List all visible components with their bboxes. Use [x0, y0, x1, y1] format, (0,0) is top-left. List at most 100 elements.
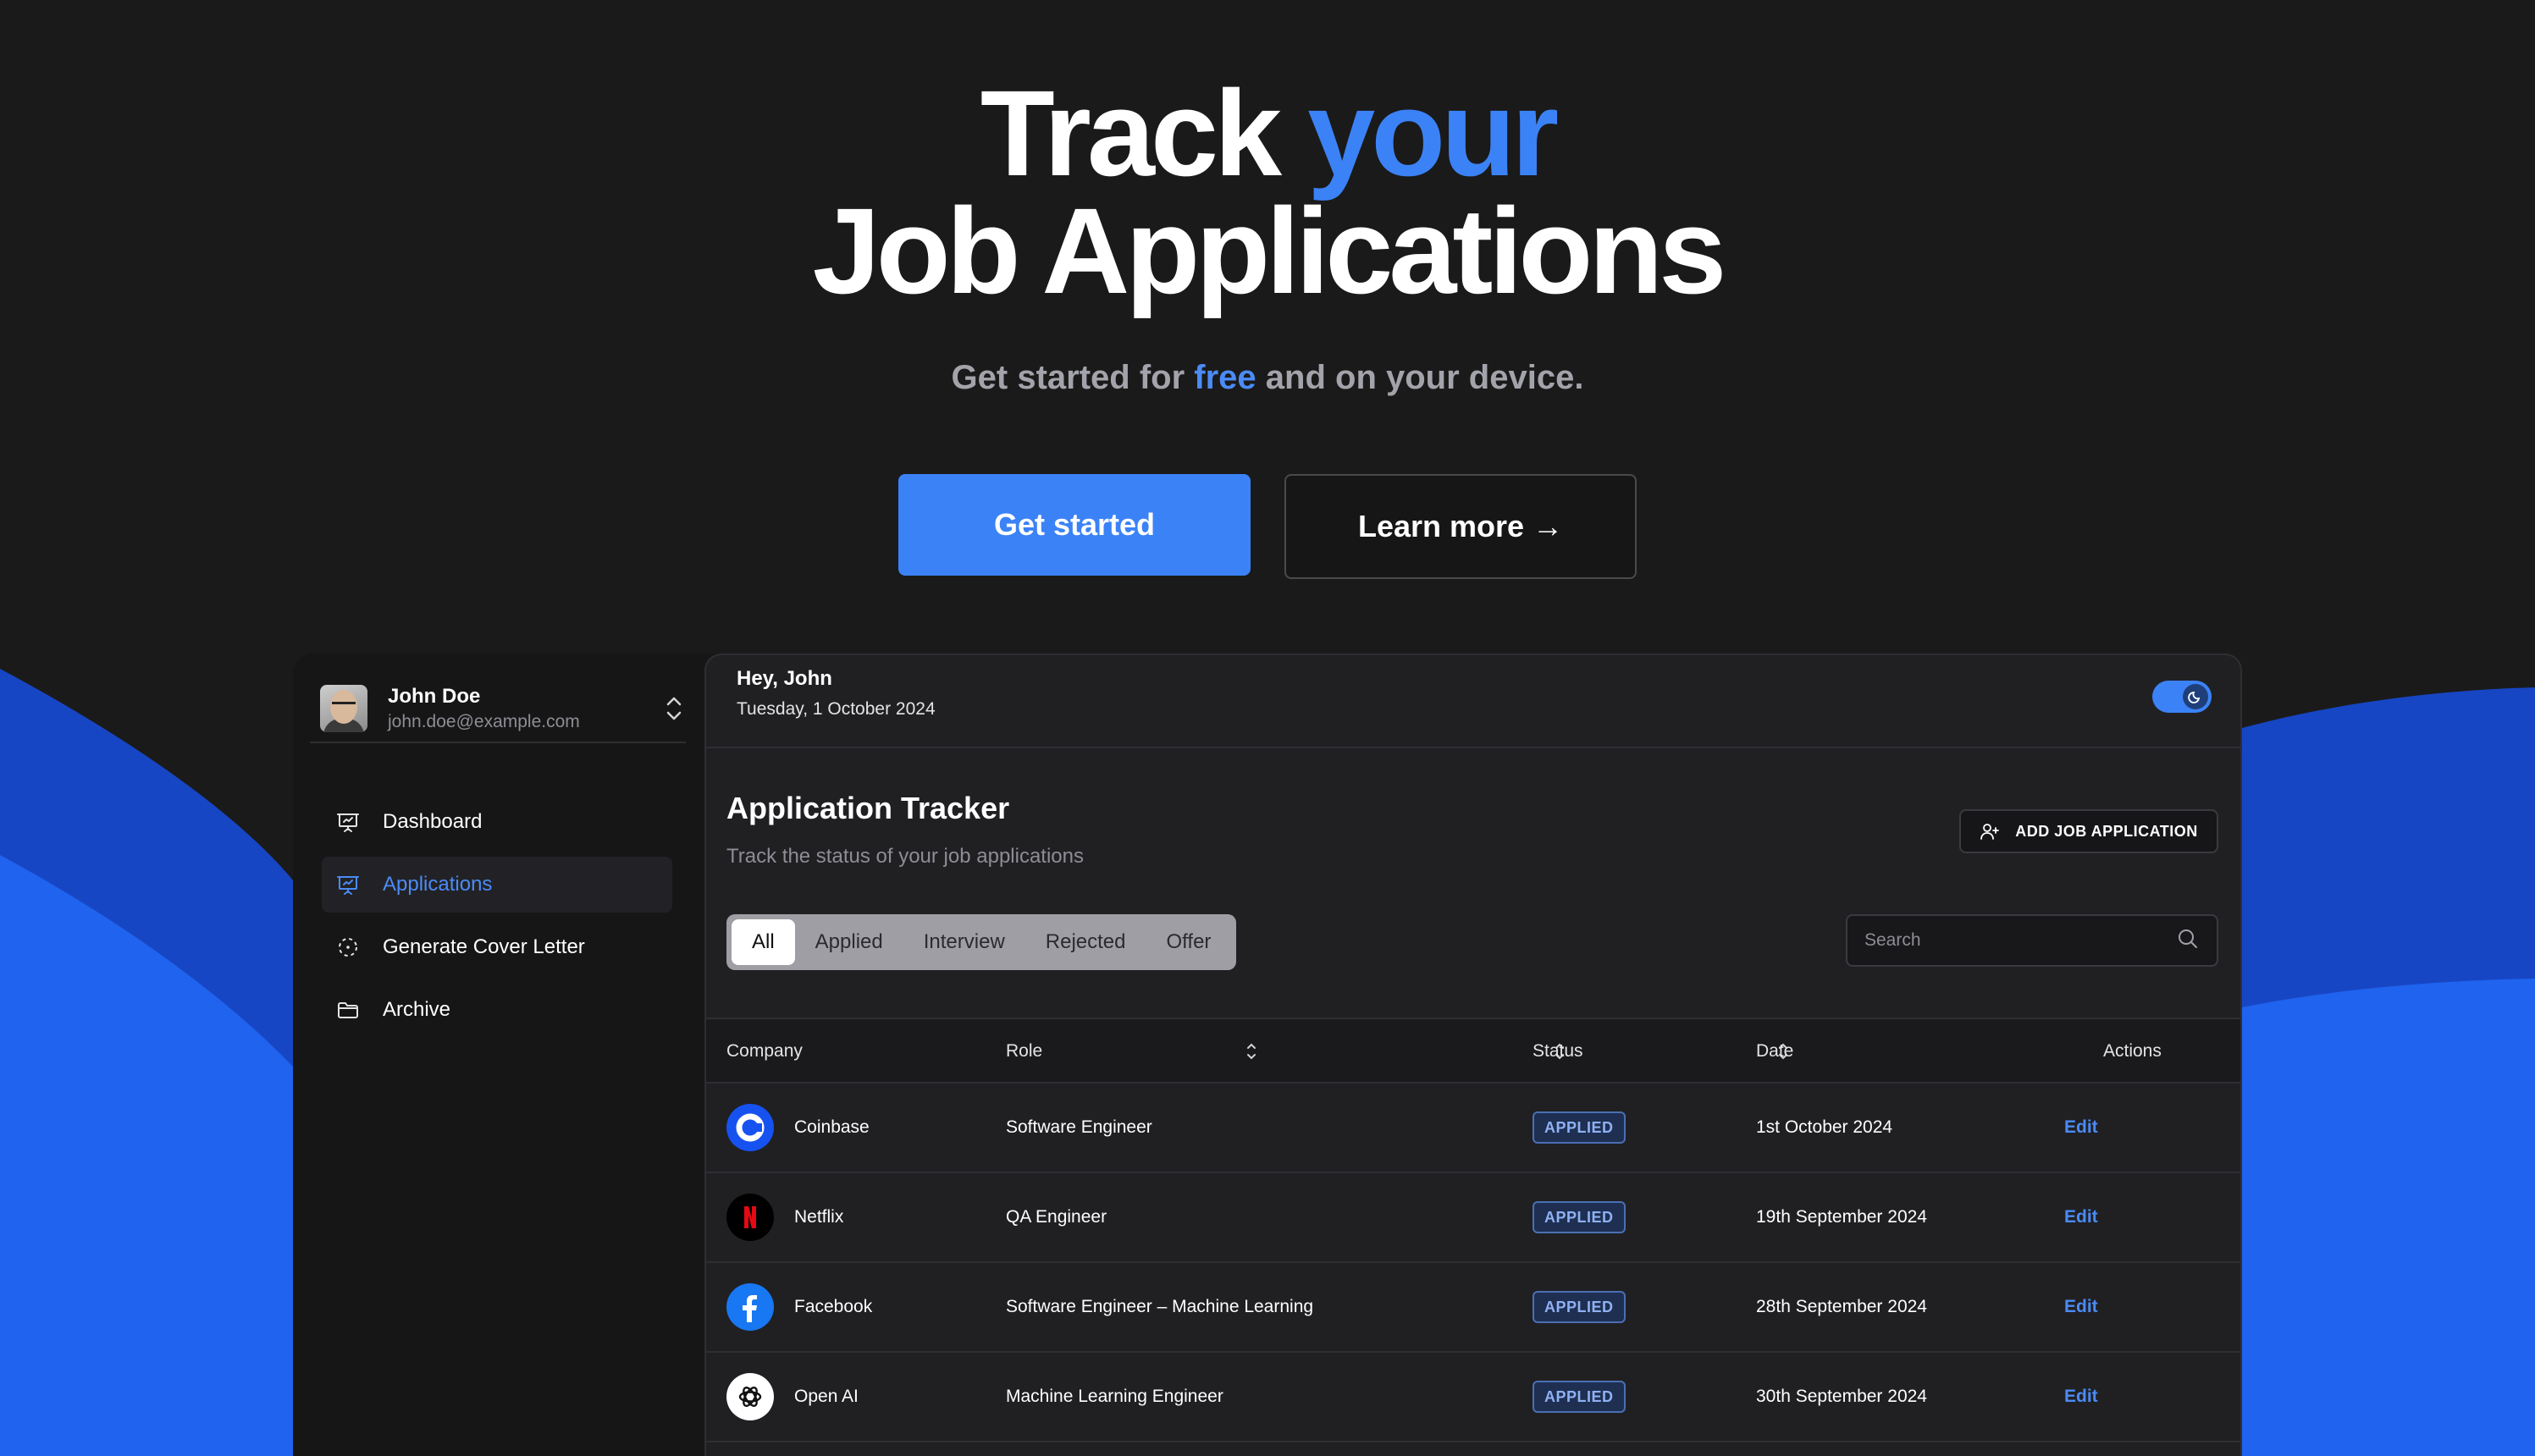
table-row[interactable]: Netflix QA Engineer APPLIED 19th Septemb…	[706, 1173, 2240, 1263]
column-label: Role	[1006, 1041, 1043, 1061]
edit-link[interactable]: Edit	[2064, 1084, 2098, 1172]
column-header-date[interactable]: Date	[1756, 1019, 1793, 1084]
edit-link[interactable]: Edit	[2064, 1263, 2098, 1351]
sort-icon[interactable]	[1245, 1019, 1258, 1084]
column-label: Status	[1533, 1041, 1583, 1061]
status-filter-tabs: All Applied Interview Rejected Offer	[726, 914, 1237, 970]
status-badge: APPLIED	[1533, 1381, 1626, 1413]
status-badge: APPLIED	[1533, 1201, 1626, 1233]
hero-subtitle-free: free	[1194, 359, 1256, 396]
search-icon[interactable]	[2176, 927, 2200, 955]
hero-subtitle: Get started for free and on your device.	[0, 359, 2535, 397]
add-job-application-button[interactable]: ADD JOB APPLICATION	[1959, 809, 2218, 853]
hero-subtitle-pre: Get started for	[951, 359, 1185, 396]
edit-link[interactable]: Edit	[2064, 1173, 2098, 1261]
app-window: John Doe john.doe@example.com Dashboard …	[293, 654, 2242, 1456]
sidebar-item-label: Dashboard	[383, 810, 483, 833]
tab-offer[interactable]: Offer	[1146, 919, 1232, 965]
folder-icon	[335, 997, 361, 1023]
main-panel: Hey, John Tuesday, 1 October 2024 Applic…	[704, 654, 2242, 1456]
applications-table: Company Role Status Date Actions Coinbas…	[706, 1018, 2240, 1442]
date-cell: 1st October 2024	[1756, 1117, 1893, 1137]
tab-rejected[interactable]: Rejected	[1025, 919, 1146, 965]
table-header: Company Role Status Date Actions	[706, 1018, 2240, 1084]
company-cell: Coinbase	[726, 1084, 870, 1172]
hero-title-accent-word: your	[1307, 65, 1559, 201]
edit-link[interactable]: Edit	[2064, 1353, 2098, 1441]
tab-interview[interactable]: Interview	[903, 919, 1025, 965]
greeting-text: Hey, John	[737, 667, 832, 690]
hero-title-line1: Track your	[0, 73, 2535, 195]
edit-label: Edit	[2064, 1387, 2098, 1406]
openai-logo-icon	[726, 1373, 774, 1420]
table-row[interactable]: Coinbase Software Engineer APPLIED 1st O…	[706, 1084, 2240, 1173]
user-name: John Doe	[388, 685, 481, 708]
company-name: Open AI	[794, 1387, 859, 1406]
role-cell: Machine Learning Engineer	[1006, 1387, 1223, 1406]
date-cell: 30th September 2024	[1756, 1387, 1927, 1406]
company-name: Facebook	[794, 1297, 873, 1316]
sidebar-item-label: Applications	[383, 873, 493, 896]
hero-title-line2: Job Applications	[812, 183, 1727, 319]
date-cell: 19th September 2024	[1756, 1207, 1927, 1227]
role-cell: Software Engineer	[1006, 1117, 1152, 1137]
sidebar-nav: Dashboard Applications Generate Cover Le…	[322, 794, 672, 1045]
coinbase-logo-icon	[726, 1104, 774, 1151]
dashed-circle-icon	[335, 935, 361, 960]
header-divider	[706, 747, 2240, 748]
tab-all[interactable]: All	[732, 919, 795, 965]
role-cell: QA Engineer	[1006, 1207, 1107, 1227]
sidebar-item-label: Generate Cover Letter	[383, 935, 585, 958]
sidebar-divider	[310, 742, 686, 743]
company-cell: Open AI	[726, 1353, 859, 1441]
status-badge: APPLIED	[1533, 1291, 1626, 1323]
sidebar-item-label: Archive	[383, 998, 451, 1021]
theme-toggle[interactable]	[2152, 681, 2212, 713]
column-label: Date	[1756, 1041, 1794, 1061]
column-label: Actions	[2103, 1041, 2162, 1061]
facebook-logo-icon	[726, 1283, 774, 1331]
search-box	[1846, 914, 2218, 967]
moon-icon	[2183, 684, 2208, 709]
table-row[interactable]: Facebook Software Engineer – Machine Lea…	[706, 1263, 2240, 1353]
search-input[interactable]	[1864, 930, 2176, 951]
hero-title-word: Track	[980, 65, 1282, 201]
presentation-chart-icon	[335, 872, 361, 897]
table-row[interactable]: Open AI Machine Learning Engineer APPLIE…	[706, 1353, 2240, 1442]
company-cell: Netflix	[726, 1173, 843, 1261]
user-switcher[interactable]: John Doe john.doe@example.com	[320, 672, 689, 745]
status-cell: APPLIED	[1533, 1263, 1626, 1351]
presentation-chart-icon	[335, 809, 361, 835]
add-job-application-label: ADD JOB APPLICATION	[2015, 822, 2198, 840]
current-date: Tuesday, 1 October 2024	[737, 699, 936, 719]
company-cell: Facebook	[726, 1263, 872, 1351]
learn-more-button[interactable]: Learn more →	[1284, 474, 1637, 579]
page-title: Application Tracker	[726, 791, 1010, 825]
user-email: john.doe@example.com	[388, 712, 580, 731]
edit-label: Edit	[2064, 1117, 2098, 1137]
status-cell: APPLIED	[1533, 1353, 1626, 1441]
greeting: Hey, John Tuesday, 1 October 2024	[737, 667, 936, 720]
chevron-up-down-icon[interactable]	[659, 687, 689, 730]
column-header-company[interactable]: Company	[726, 1019, 803, 1084]
column-header-status[interactable]: Status	[1533, 1019, 1583, 1084]
sidebar-item-dashboard[interactable]: Dashboard	[322, 794, 672, 850]
sidebar-item-generate-cover-letter[interactable]: Generate Cover Letter	[322, 919, 672, 975]
page-subtitle: Track the status of your job application…	[726, 845, 1084, 868]
status-cell: APPLIED	[1533, 1084, 1626, 1172]
edit-label: Edit	[2064, 1297, 2098, 1316]
sidebar-item-applications[interactable]: Applications	[322, 857, 672, 913]
column-header-role[interactable]: Role	[1006, 1019, 1042, 1084]
sidebar-item-archive[interactable]: Archive	[322, 982, 672, 1038]
hero-subtitle-post: and on your device.	[1265, 359, 1584, 396]
tab-applied[interactable]: Applied	[795, 919, 903, 965]
company-name: Coinbase	[794, 1117, 870, 1137]
company-name: Netflix	[794, 1207, 844, 1227]
edit-label: Edit	[2064, 1207, 2098, 1227]
get-started-button[interactable]: Get started	[898, 474, 1251, 576]
date-cell: 28th September 2024	[1756, 1297, 1927, 1316]
netflix-logo-icon	[726, 1194, 774, 1241]
role-cell: Software Engineer – Machine Learning	[1006, 1297, 1314, 1316]
status-badge: APPLIED	[1533, 1111, 1626, 1144]
add-user-icon	[1980, 821, 2000, 841]
